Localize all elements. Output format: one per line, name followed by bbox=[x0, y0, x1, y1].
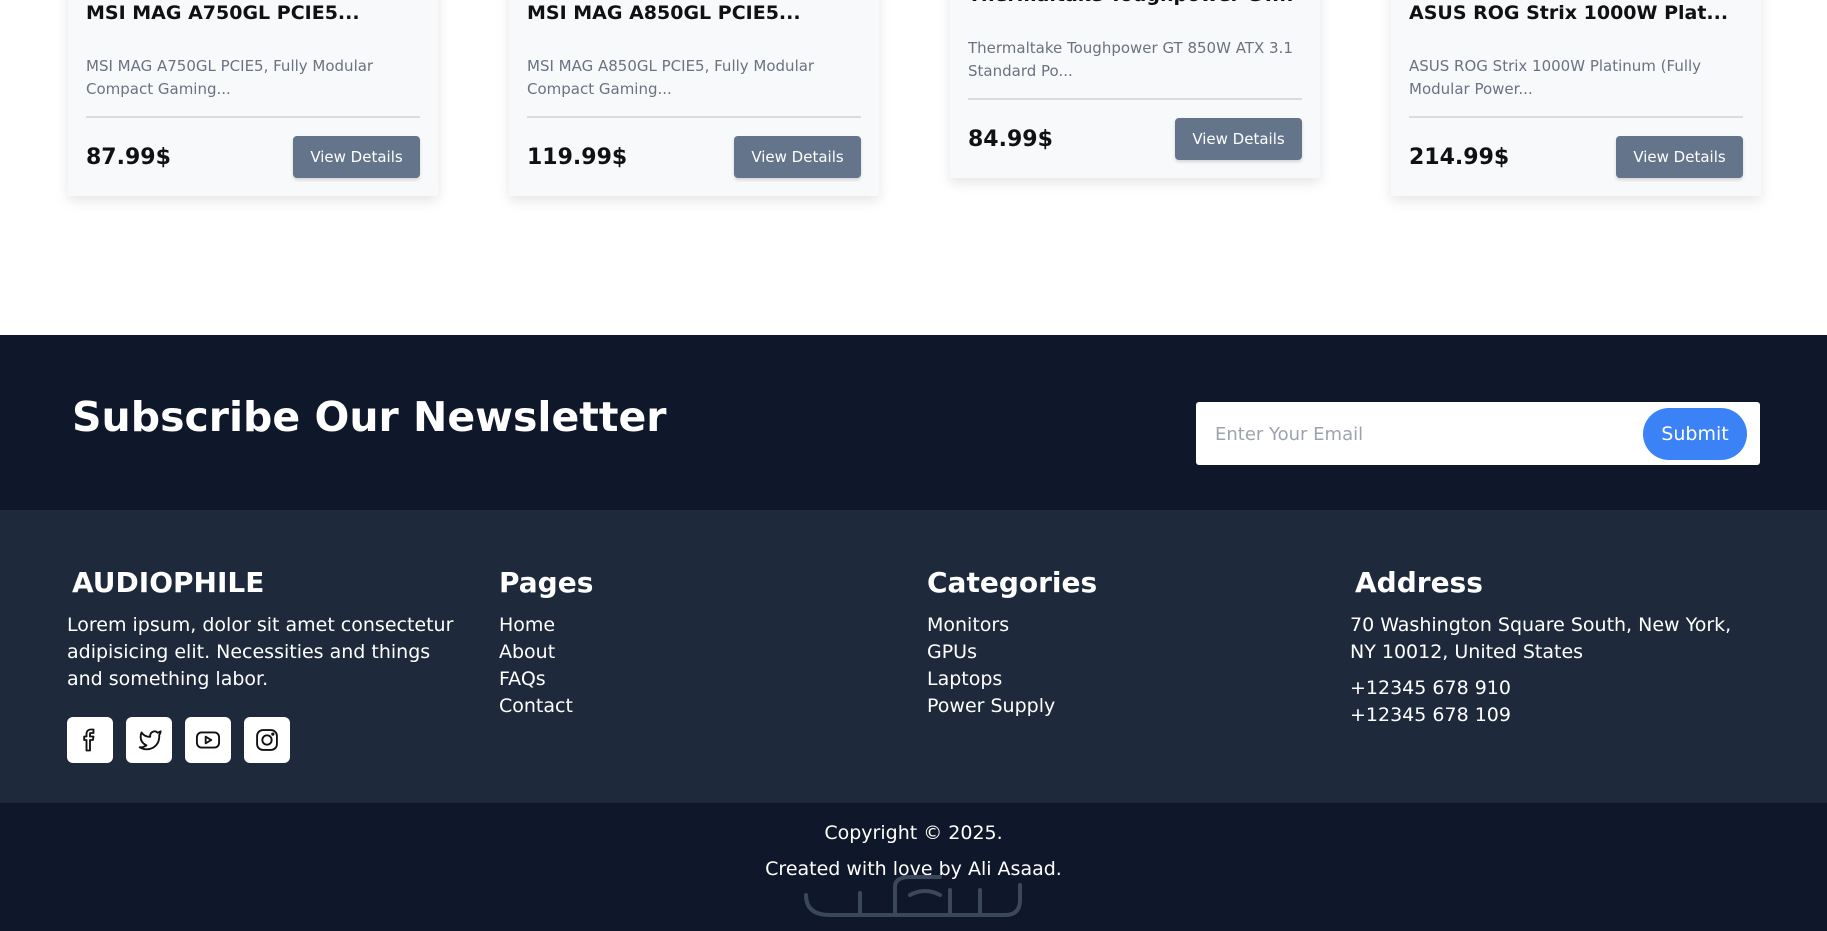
product-title[interactable]: MSI MAG A750GL PCIE5... bbox=[86, 0, 420, 26]
product-card[interactable]: MSI MAG A850GL PCIE5... MSI MAG A850GL P… bbox=[509, 0, 879, 196]
facebook-icon[interactable] bbox=[67, 717, 113, 763]
product-description: MSI MAG A750GL PCIE5, Fully Modular Comp… bbox=[86, 57, 374, 98]
newsletter-form: Submit bbox=[1196, 402, 1760, 467]
phone-number: +12345 678 109 bbox=[1350, 704, 1511, 726]
footer-address-column: Address 70 Washington Square South, New … bbox=[1350, 562, 1750, 729]
footer-pages-column: Pages Home About FAQs Contact bbox=[499, 562, 879, 720]
footer: AUDIOPHILE Lorem ipsum, dolor sit amet c… bbox=[0, 510, 1827, 803]
footer-link-faqs[interactable]: FAQs bbox=[499, 666, 879, 693]
product-price: 84.99$ bbox=[968, 126, 1053, 152]
footer-link-gpus[interactable]: GPUs bbox=[927, 639, 1307, 666]
view-details-button[interactable]: View Details bbox=[734, 136, 861, 178]
youtube-icon[interactable] bbox=[185, 717, 231, 763]
phone-list: +12345 678 910 +12345 678 109 bbox=[1350, 675, 1750, 729]
email-input[interactable] bbox=[1213, 402, 1617, 467]
footer-link-power-supply[interactable]: Power Supply bbox=[927, 693, 1307, 720]
categories-heading: Categories bbox=[927, 566, 1098, 599]
submit-button[interactable]: Submit bbox=[1643, 408, 1747, 460]
view-details-button[interactable]: View Details bbox=[293, 136, 420, 178]
product-title[interactable]: MSI MAG A850GL PCIE5... bbox=[527, 0, 861, 26]
footer-link-monitors[interactable]: Monitors bbox=[927, 612, 1307, 639]
copyright-text: Copyright © 2025. bbox=[824, 822, 1003, 844]
brand-description: Lorem ipsum, dolor sit amet consectetur … bbox=[67, 614, 454, 690]
product-price: 87.99$ bbox=[86, 144, 171, 170]
product-price: 119.99$ bbox=[527, 144, 628, 170]
newsletter-section: Subscribe Our Newsletter Submit bbox=[0, 335, 1827, 510]
product-description: Thermaltake Toughpower GT 850W ATX 3.1 S… bbox=[968, 39, 1293, 80]
products-section: MSI MAG A750GL PCIE5... MSI MAG A750GL P… bbox=[0, 0, 1827, 335]
twitter-icon[interactable] bbox=[126, 717, 172, 763]
address-heading: Address bbox=[1355, 566, 1483, 599]
newsletter-heading: Subscribe Our Newsletter bbox=[72, 393, 667, 441]
product-description: ASUS ROG Strix 1000W Platinum (Fully Mod… bbox=[1409, 57, 1702, 98]
view-details-button[interactable]: View Details bbox=[1175, 118, 1302, 160]
footer-link-laptops[interactable]: Laptops bbox=[927, 666, 1307, 693]
watermark-logo bbox=[804, 875, 1022, 917]
product-description: MSI MAG A850GL PCIE5, Fully Modular Comp… bbox=[527, 57, 815, 98]
view-details-button[interactable]: View Details bbox=[1616, 136, 1743, 178]
instagram-icon[interactable] bbox=[244, 717, 290, 763]
product-card[interactable]: MSI MAG A750GL PCIE5... MSI MAG A750GL P… bbox=[68, 0, 438, 196]
pages-list: Home About FAQs Contact bbox=[499, 612, 879, 720]
phone-number: +12345 678 910 bbox=[1350, 677, 1511, 699]
footer-brand-column: AUDIOPHILE Lorem ipsum, dolor sit amet c… bbox=[67, 562, 467, 763]
footer-bottom-bar: Copyright © 2025. Created with love by A… bbox=[0, 803, 1827, 931]
product-title[interactable]: ASUS ROG Strix 1000W Plat... bbox=[1409, 0, 1743, 26]
categories-list: Monitors GPUs Laptops Power Supply bbox=[927, 612, 1307, 720]
product-card[interactable]: Thermaltake Toughpower GT... Thermaltake… bbox=[950, 0, 1320, 178]
social-links bbox=[67, 717, 467, 763]
address-text: 70 Washington Square South, New York, NY… bbox=[1350, 614, 1732, 663]
footer-link-about[interactable]: About bbox=[499, 639, 879, 666]
brand-name: AUDIOPHILE bbox=[72, 566, 265, 599]
product-card[interactable]: ASUS ROG Strix 1000W Plat... ASUS ROG St… bbox=[1391, 0, 1761, 196]
product-price: 214.99$ bbox=[1409, 144, 1510, 170]
footer-link-contact[interactable]: Contact bbox=[499, 693, 879, 720]
footer-link-home[interactable]: Home bbox=[499, 612, 879, 639]
footer-categories-column: Categories Monitors GPUs Laptops Power S… bbox=[927, 562, 1307, 720]
product-title[interactable]: Thermaltake Toughpower GT... bbox=[968, 0, 1302, 8]
pages-heading: Pages bbox=[499, 566, 594, 599]
